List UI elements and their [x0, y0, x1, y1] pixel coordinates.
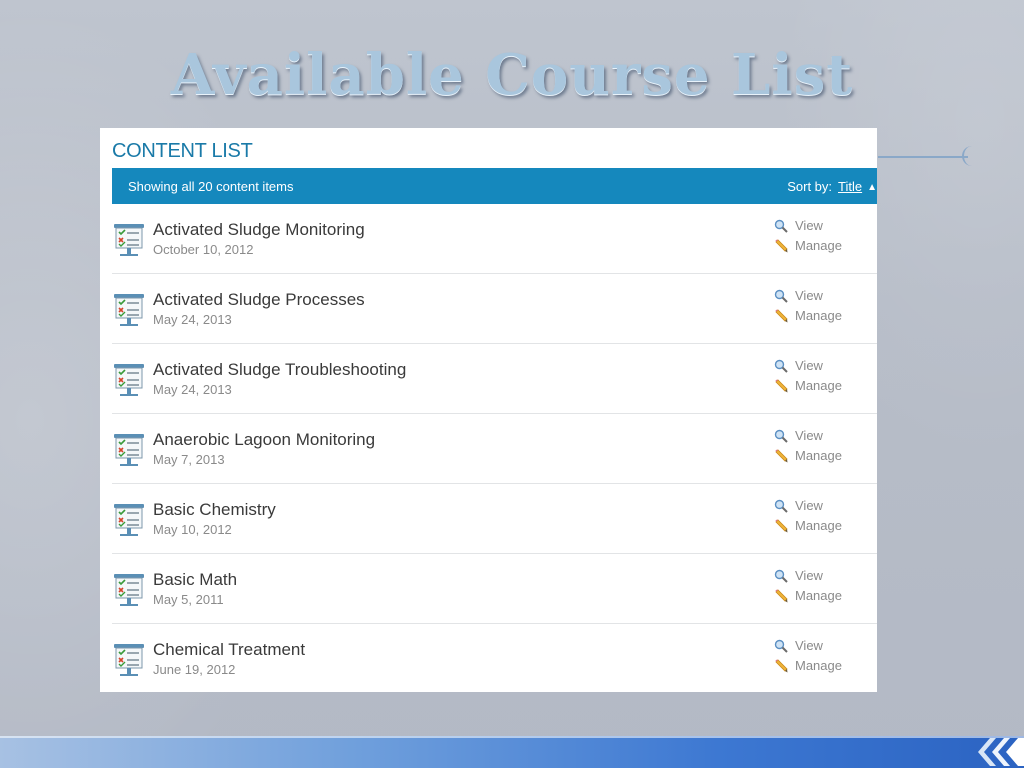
manage-label: Manage: [795, 518, 842, 533]
course-date: May 7, 2013: [153, 452, 225, 467]
manage-label: Manage: [795, 238, 842, 253]
decorative-line: [878, 156, 968, 158]
view-label: View: [795, 498, 823, 513]
content-list-panel: CONTENT LIST Showing all 20 content item…: [100, 128, 877, 692]
magnifier-icon: [774, 429, 788, 443]
view-label: View: [795, 358, 823, 373]
presentation-checklist-icon: [114, 224, 144, 256]
manage-label: Manage: [795, 658, 842, 673]
pencil-icon: [775, 379, 788, 393]
course-title-link[interactable]: Activated Sludge Troubleshooting: [153, 360, 406, 380]
pencil-icon: [775, 239, 788, 253]
course-date: June 19, 2012: [153, 662, 236, 677]
course-title-link[interactable]: Chemical Treatment: [153, 640, 305, 660]
course-title-link[interactable]: Anaerobic Lagoon Monitoring: [153, 430, 375, 450]
sort-control: Sort by: Title ▲: [787, 179, 877, 194]
magnifier-icon: [774, 569, 788, 583]
course-date: May 10, 2012: [153, 522, 232, 537]
magnifier-icon: [774, 219, 788, 233]
presentation-checklist-icon: [114, 364, 144, 396]
course-date: May 24, 2013: [153, 312, 232, 327]
course-date: May 24, 2013: [153, 382, 232, 397]
pencil-icon: [775, 519, 788, 533]
manage-label: Manage: [795, 308, 842, 323]
view-label: View: [795, 218, 823, 233]
course-title-link[interactable]: Activated Sludge Processes: [153, 290, 365, 310]
magnifier-icon: [774, 289, 788, 303]
chevron-left-icon: [978, 738, 1024, 766]
course-date: May 5, 2011: [153, 592, 224, 607]
magnifier-icon: [774, 639, 788, 653]
manage-label: Manage: [795, 588, 842, 603]
content-list-heading: CONTENT LIST: [112, 140, 253, 162]
list-item: Chemical Treatment June 19, 2012 View Ma…: [112, 624, 877, 692]
course-date: October 10, 2012: [153, 242, 254, 257]
pencil-icon: [775, 309, 788, 323]
view-label: View: [795, 568, 823, 583]
footer-band: [0, 736, 1024, 768]
items-count-text: Showing all 20 content items: [128, 179, 294, 194]
course-title-link[interactable]: Basic Chemistry: [153, 500, 276, 520]
list-item: Activated Sludge Troubleshooting May 24,…: [112, 344, 877, 414]
magnifier-icon: [774, 499, 788, 513]
presentation-checklist-icon: [114, 574, 144, 606]
manage-label: Manage: [795, 448, 842, 463]
course-title-link[interactable]: Activated Sludge Monitoring: [153, 220, 365, 240]
content-list-toolbar: Showing all 20 content items Sort by: Tit…: [112, 168, 877, 204]
view-label: View: [795, 288, 823, 303]
presentation-checklist-icon: [114, 644, 144, 676]
manage-label: Manage: [795, 378, 842, 393]
magnifier-icon: [774, 359, 788, 373]
list-item: Anaerobic Lagoon Monitoring May 7, 2013 …: [112, 414, 877, 484]
sort-by-title-link[interactable]: Title: [838, 179, 862, 194]
view-label: View: [795, 428, 823, 443]
sort-ascending-icon[interactable]: ▲: [867, 182, 877, 193]
list-item: Basic Math May 5, 2011 View Manage: [112, 554, 877, 624]
presentation-checklist-icon: [114, 504, 144, 536]
pencil-icon: [775, 449, 788, 463]
list-item: Activated Sludge Processes May 24, 2013 …: [112, 274, 877, 344]
sort-label: Sort by:: [787, 179, 833, 194]
list-item: Activated Sludge Monitoring October 10, …: [112, 204, 877, 274]
presentation-checklist-icon: [114, 434, 144, 466]
slide-title: Available Course List: [170, 42, 854, 108]
course-title-link[interactable]: Basic Math: [153, 570, 237, 590]
view-label: View: [795, 638, 823, 653]
content-list: Activated Sludge Monitoring October 10, …: [112, 204, 877, 692]
list-item: Basic Chemistry May 10, 2012 View Manage: [112, 484, 877, 554]
presentation-checklist-icon: [114, 294, 144, 326]
pencil-icon: [775, 659, 788, 673]
pencil-icon: [775, 589, 788, 603]
